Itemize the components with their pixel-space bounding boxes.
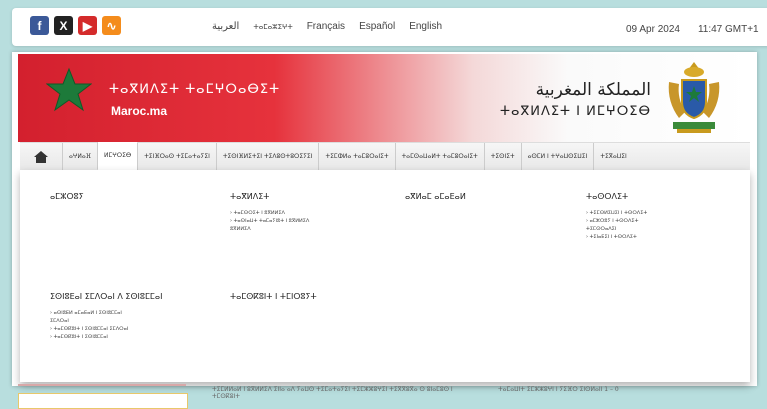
main-navigation: ⴰⵖⵍⴰⴼ ⵍⵎⵖⵔⵉⴱ ⵜⵉⵏⴼⵔⴰⵙ ⵜⵉⵎⴰⵜⴰⵢⵉⵏ ⵜⵉⵙⵏⴼⵍⵉⵜⵉ… [20, 142, 750, 171]
dropdown-column-state: ⵜⴰⴳⵍⴷⵉⵜ › ⵜⴰⵎⵙⵔⵉⵜ ⵏ ⵓⴳⵍⵍⵉⴷ › ⵜⴰⵙⵏⴰⵡⵜ ⵜⴰⵎ… [230, 192, 380, 233]
news-snippet-center[interactable]: ⵜⵉⵎⵍⵍⴰⵍ ⵏ ⵓⴳⵍⵍⵉⴷ ⵉⵏⵏⴰ ⴰⴷ ⵢⴰⵡⵙ ⵜⵉⵎⴰⵜⴰⵢⵉⵏ … [212, 386, 472, 400]
dropdown-heading[interactable]: ⴰⵎⵣⵔⵓⵢ [50, 192, 200, 201]
home-icon [34, 150, 48, 163]
dropdown-link[interactable]: › ⵜⴰⵎⵙⴽⵓⵏⵜ ⵏ ⵉⵙⵏⵓⵎⵎⴰⵏ ⵉⵎⴷⵔⴰⵏ [50, 325, 200, 333]
news-snippet-right[interactable]: ⵜⴰⵎⴰⵡⵏⵜ ⵉⵎⵣⵣⵓⵖⵏ ⵏ ⵢⵉⴼⵔ ⵉⵏⵙⵍⴰⵏⵏ 1 – 0 [498, 386, 728, 393]
dropdown-link[interactable]: › ⵜⴰⵎⵙⴽⵓⵏⵜ ⵏ ⵉⵙⵏⵓⵎⵎⴰⵏ [50, 333, 200, 341]
dropdown-column-institutions: ⵉⵙⵏⵓⴹⴰⵏ ⵉⵎⴷⵔⴰⵏ ⴷ ⵉⵙⵏⵓⵎⵎⴰⵏ › ⴰⵙⵏⵓⴹⵍ ⴰⵎⴰⴹⴰ… [50, 292, 200, 341]
banner-arabic-title: المملكة المغربية [535, 80, 651, 100]
x-twitter-icon[interactable]: X [54, 16, 73, 35]
lang-spanish[interactable]: Español [359, 21, 395, 32]
dropdown-heading[interactable]: ⵜⴰⵎⵙⴽⵓⵏⵜ ⵏ ⵜⵎⵏⵔⵓⵢⵜ [230, 292, 380, 301]
lang-english[interactable]: English [409, 21, 442, 32]
dropdown-link[interactable]: › ⴰⵎⵣⵔⵓⵢ ⵏ ⵜⵙⵔⴷⵉⵜ [586, 217, 736, 225]
dropdown-heading[interactable]: ⵜⴰⵙⵔⴷⵉⵜ [586, 192, 736, 201]
dropdown-link[interactable]: ⵜⵉⵎⵙⵔⴰⴷⵉⵏ [586, 225, 736, 233]
lang-tamazight[interactable]: ⵜⴰⵎⴰⵣⵉⵖⵜ [253, 23, 292, 32]
dropdown-link[interactable]: › ⵜⴰⵎⵙⵔⵉⵜ ⵏ ⵓⴳⵍⵍⵉⴷ [230, 209, 380, 217]
dropdown-column-government: ⵜⴰⵙⵔⴷⵉⵜ › ⵜⵉⵎⵙⵍⵉⵡⵉⵏ ⵏ ⵜⵙⵔⴷⵉⵜ › ⴰⵎⵣⵔⵓⵢ ⵏ … [586, 192, 736, 241]
nav-item-culture[interactable]: ⵜⴰⵎⵙⴰⵡⴰⵍⵜ ⵜⴰⵎⵓⵔⴰⵏⵉⵜ [394, 143, 484, 170]
nav-item-sport[interactable]: ⵜⵉⵙⵏⵉⵜ [483, 143, 521, 170]
dropdown-link[interactable]: › ⵜⵉⵎⵙⵍⵉⵡⵉⵏ ⵏ ⵜⵙⵔⴷⵉⵜ [586, 209, 736, 217]
morocco-dropdown-menu: ⴰⵎⵣⵔⵓⵢ ⵜⴰⴳⵍⴷⵉⵜ › ⵜⴰⵎⵙⵔⵉⵜ ⵏ ⵓⴳⵍⵍⵉⴷ › ⵜⴰⵙⵏ… [20, 170, 750, 382]
language-switcher: العربية ⵜⴰⵎⴰⵣⵉⵖⵜ Français Español Englis… [212, 21, 442, 32]
header-banner: ⵜⴰⴳⵍⴷⵉⵜ ⵜⴰⵎⵖⵔⴰⴱⵉⵜ Maroc.ma المملكة المغر… [18, 54, 751, 142]
lang-french[interactable]: Français [307, 21, 345, 32]
dropdown-link[interactable]: ⵉⵎⴷⵔⴰⵏ [50, 317, 200, 325]
current-time: 11:47 GMT+1 [697, 24, 759, 35]
site-name[interactable]: Maroc.ma [111, 104, 167, 118]
banner-tifinagh-subtitle: ⵜⴰⴳⵍⴷⵉⵜ ⵏ ⵍⵎⵖⵔⵉⴱ [499, 104, 651, 119]
dropdown-heading[interactable]: ⵜⴰⴳⵍⴷⵉⵜ [230, 192, 380, 201]
dropdown-column-history: ⴰⵎⵣⵔⵓⵢ [50, 192, 200, 209]
home-button[interactable] [20, 150, 62, 163]
banner-tifinagh-title: ⵜⴰⴳⵍⴷⵉⵜ ⵜⴰⵎⵖⵔⴰⴱⵉⵜ [109, 82, 281, 97]
dropdown-column-constitution: ⵜⴰⵎⵙⴽⵓⵏⵜ ⵏ ⵜⵎⵏⵔⵓⵢⵜ [230, 292, 380, 309]
youtube-icon[interactable]: ▶ [78, 16, 97, 35]
main-panel: ⵜⴰⴳⵍⴷⵉⵜ ⵜⴰⵎⵖⵔⴰⴱⵉⵜ Maroc.ma المملكة المغر… [12, 52, 757, 386]
nav-item-home[interactable]: ⴰⵖⵍⴰⴼ [62, 143, 97, 170]
current-date: 09 Apr 2024 [626, 24, 680, 35]
sidebar-edge [18, 384, 186, 386]
sidebar-box [18, 393, 188, 409]
date-time: 09 Apr 2024 11:47 GMT+1 [626, 24, 759, 35]
nav-item-morocco[interactable]: ⵍⵎⵖⵔⵉⴱ [97, 142, 138, 171]
top-bar: f X ▶ ∿ العربية ⵜⴰⵎⴰⵣⵉⵖⵜ Français Españo… [12, 8, 767, 46]
moroccan-star-icon [46, 67, 92, 112]
dropdown-heading[interactable]: ⴰⴳⵍⴰⵎ ⴰⵎⴰⴹⴰⵍ [405, 192, 555, 201]
rss-icon[interactable]: ∿ [102, 16, 121, 35]
social-links: f X ▶ ∿ [30, 16, 121, 35]
royal-coat-of-arms-icon [668, 62, 720, 133]
nav-item-services[interactable]: ⴰⵙⵎⵍ ⵏ ⵜⵖⴰⵡⵙⵉⵡⵉⵏ [520, 143, 594, 170]
dropdown-column-territory: ⴰⴳⵍⴰⵎ ⴰⵎⴰⴹⴰⵍ [405, 192, 555, 209]
nav-item-economy[interactable]: ⵜⵉⵏⴼⵔⴰⵙ ⵜⵉⵎⴰⵜⴰⵢⵉⵏ [137, 143, 216, 170]
facebook-icon[interactable]: f [30, 16, 49, 35]
dropdown-link[interactable]: › ⵜⵉⵏⴰⴹⵉⵏ ⵏ ⵜⵙⵔⴷⵉⵜ [586, 233, 736, 241]
lang-arabic[interactable]: العربية [212, 21, 239, 32]
dropdown-heading[interactable]: ⵉⵙⵏⵓⴹⴰⵏ ⵉⵎⴷⵔⴰⵏ ⴷ ⵉⵙⵏⵓⵎⵎⴰⵏ [50, 292, 200, 301]
dropdown-link[interactable]: › ⵜⴰⵙⵏⴰⵡⵜ ⵜⴰⵎⴰⵢⵏⵓⵜ ⵏ ⵓⴳⵍⵍⵉⴷ [230, 217, 380, 225]
dropdown-link[interactable]: › ⴰⵙⵏⵓⴹⵍ ⴰⵎⴰⴹⴰⵍ ⵏ ⵉⵙⵏⵓⵎⵎⴰⵏ [50, 309, 200, 317]
dropdown-link[interactable]: ⵓⴳⵍⵍⵉⴷ [230, 225, 380, 233]
nav-item-media[interactable]: ⵜⵉⴳⴰⵡⵉⵏ [593, 143, 632, 170]
nav-item-society[interactable]: ⵜⵉⵎⵀⵍⴰ ⵜⴰⵎⵓⵔⴰⵏⵉⵜ [318, 143, 394, 170]
nav-item-politics[interactable]: ⵜⵉⵙⵏⴼⵍⵉⵜⵉⵏ ⵜⵉⴷⵓⵙⵜⵓⵔⵉⵢⵉⵏ [215, 143, 319, 170]
